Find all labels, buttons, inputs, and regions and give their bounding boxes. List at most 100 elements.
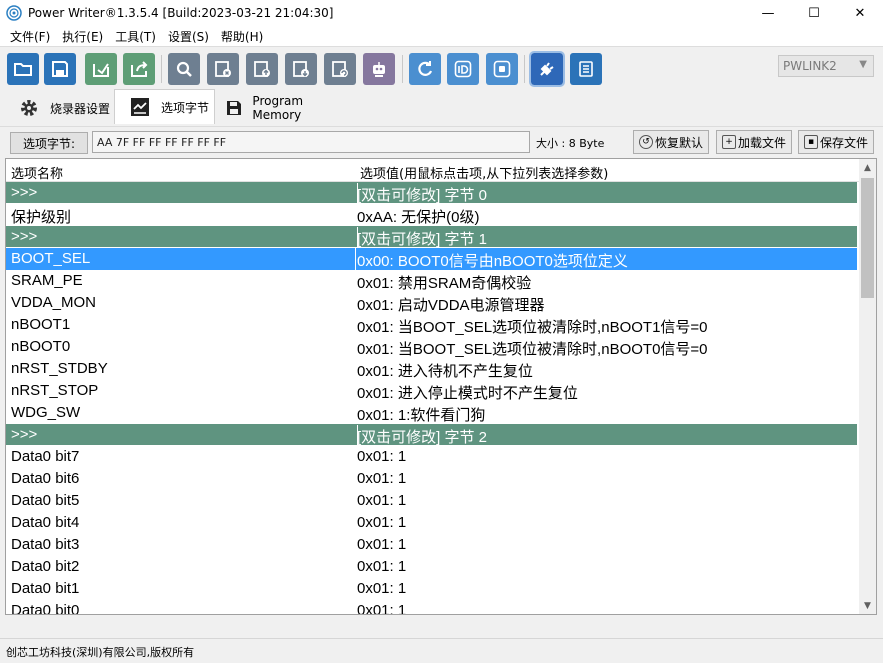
target-button[interactable] — [486, 53, 518, 85]
option-value-cell[interactable]: 0x01: 1:软件看门狗 — [357, 404, 485, 425]
option-value-cell[interactable]: 0x01: 当BOOT_SEL选项位被清除时,nBOOT1信号=0 — [357, 316, 708, 337]
option-bytes-value-field[interactable]: AA 7F FF FF FF FF FF FF — [92, 131, 530, 153]
toolbar — [0, 46, 883, 88]
column-header-value[interactable]: 选项值(用鼠标点击项,从下拉列表选择参数) — [360, 163, 608, 182]
option-name-cell: Data0 bit7 — [11, 448, 80, 465]
option-value-cell[interactable]: 0x01: 禁用SRAM奇偶校验 — [357, 272, 531, 293]
close-button[interactable]: ✕ — [837, 0, 883, 26]
option-row[interactable]: 保护级别 0xAA: 无保护(0级) — [6, 204, 857, 226]
option-row[interactable]: nRST_STDBY 0x01: 进入待机不产生复位 — [6, 358, 857, 380]
app-logo-icon — [6, 5, 22, 21]
program-chip-button[interactable] — [246, 53, 278, 85]
column-header-name[interactable]: 选项名称 — [11, 163, 63, 182]
option-value-cell[interactable]: 0x01: 1 — [357, 558, 406, 575]
menu-settings[interactable]: 设置(S) — [162, 28, 215, 45]
option-value-cell[interactable]: 0x01: 当BOOT_SEL选项位被清除时,nBOOT0信号=0 — [357, 338, 708, 359]
section-row[interactable]: >>> [双击可修改] 字节 1 — [6, 226, 857, 248]
plug-button[interactable] — [529, 51, 565, 87]
option-row[interactable]: Data0 bit6 0x01: 1 — [6, 468, 857, 490]
tab-option-bytes[interactable]: 选项字节 — [114, 89, 215, 124]
option-value-cell[interactable]: 0x01: 进入待机不产生复位 — [357, 360, 533, 381]
save-button[interactable] — [44, 53, 76, 85]
option-value-cell[interactable]: 0x01: 1 — [357, 536, 406, 553]
option-value-cell[interactable]: [双击可修改] 字节 2 — [357, 426, 487, 447]
save-file-label: 保存文件 — [820, 135, 869, 150]
tab-label: 烧录器设置 — [50, 101, 111, 116]
option-value-cell[interactable]: 0x00: BOOT0信号由nBOOT0选项位定义 — [357, 250, 628, 271]
load-file-button[interactable]: + 加载文件 — [716, 130, 793, 154]
option-row[interactable]: Data0 bit5 0x01: 1 — [6, 490, 857, 512]
option-name-cell: Data0 bit5 — [11, 492, 80, 509]
device-select-value: PWLINK2 — [783, 59, 837, 73]
option-name-cell: >>> — [11, 228, 38, 245]
section-row[interactable]: >>> [双击可修改] 字节 2 — [6, 424, 857, 446]
tab-programmer-settings[interactable]: 烧录器设置 — [4, 92, 112, 124]
copyright-text: 创芯工坊科技(深圳)有限公司,版权所有 — [6, 646, 195, 659]
option-row[interactable]: WDG_SW 0x01: 1:软件看门狗 — [6, 402, 857, 424]
config-button[interactable] — [570, 53, 602, 85]
option-row[interactable]: Data0 bit4 0x01: 1 — [6, 512, 857, 534]
read-chip-button[interactable] — [285, 53, 317, 85]
option-value-cell[interactable]: [双击可修改] 字节 0 — [357, 184, 487, 205]
id-button[interactable] — [447, 53, 479, 85]
maximize-button[interactable]: ☐ — [791, 0, 837, 26]
export-button[interactable] — [123, 53, 155, 85]
search-button[interactable] — [168, 53, 200, 85]
option-value-cell[interactable]: 0x01: 1 — [357, 580, 406, 597]
option-value-cell[interactable]: 0x01: 1 — [357, 602, 406, 614]
menu-file[interactable]: 文件(F) — [4, 28, 56, 45]
option-bytes-icon — [129, 96, 151, 118]
option-row[interactable]: Data0 bit1 0x01: 1 — [6, 578, 857, 600]
erase-chip-button[interactable] — [207, 53, 239, 85]
option-value-cell[interactable]: 0x01: 启动VDDA电源管理器 — [357, 294, 545, 315]
vertical-scrollbar[interactable]: ▲ ▼ — [859, 159, 876, 614]
refresh-button[interactable] — [409, 53, 441, 85]
memory-chip-icon — [223, 97, 244, 119]
option-row[interactable]: nBOOT0 0x01: 当BOOT_SEL选项位被清除时,nBOOT0信号=0 — [6, 336, 857, 358]
option-row[interactable]: Data0 bit2 0x01: 1 — [6, 556, 857, 578]
import-button[interactable] — [85, 53, 117, 85]
erase-chip-icon — [215, 61, 231, 77]
restore-default-button[interactable]: ↺ 恢复默认 — [633, 130, 710, 154]
cell-divider — [355, 248, 356, 270]
toolbar-separator — [524, 55, 525, 83]
option-name-cell: Data0 bit0 — [11, 602, 80, 615]
open-folder-button[interactable] — [7, 53, 39, 85]
tab-program-memory[interactable]: Program Memory — [215, 92, 353, 124]
scroll-down-icon[interactable]: ▼ — [859, 597, 876, 614]
grid-header: 选项名称 选项值(用鼠标点击项,从下拉列表选择参数) — [6, 159, 861, 182]
option-value-cell[interactable]: 0x01: 进入停止模式时不产生复位 — [357, 382, 578, 403]
option-value-cell[interactable]: 0xAA: 无保护(0级) — [357, 206, 480, 227]
restore-icon: ↺ — [639, 135, 653, 149]
option-name-cell: nBOOT0 — [11, 338, 71, 355]
verify-chip-button[interactable] — [324, 53, 356, 85]
grid-rows: >>> [双击可修改] 字节 0 保护级别 0xAA: 无保护(0级) >>> [双击可修… — [6, 182, 861, 615]
menu-execute[interactable]: 执行(E) — [56, 28, 109, 45]
scroll-up-icon[interactable]: ▲ — [859, 159, 876, 176]
section-row[interactable]: >>> [双击可修改] 字节 0 — [6, 182, 857, 204]
scroll-thumb[interactable] — [861, 178, 874, 298]
menu-help[interactable]: 帮助(H) — [215, 28, 269, 45]
option-row[interactable]: VDDA_MON 0x01: 启动VDDA电源管理器 — [6, 292, 857, 314]
option-row[interactable]: nRST_STOP 0x01: 进入停止模式时不产生复位 — [6, 380, 857, 402]
minimize-button[interactable]: — — [745, 0, 791, 26]
search-icon — [176, 61, 192, 77]
option-value-cell[interactable]: 0x01: 1 — [357, 514, 406, 531]
option-row[interactable]: Data0 bit7 0x01: 1 — [6, 446, 857, 468]
option-value-cell[interactable]: 0x01: 1 — [357, 470, 406, 487]
device-select[interactable]: PWLINK2 ▼ — [778, 55, 874, 77]
open-folder-icon — [14, 63, 32, 76]
option-row[interactable]: nBOOT1 0x01: 当BOOT_SEL选项位被清除时,nBOOT1信号=0 — [6, 314, 857, 336]
menu-tools[interactable]: 工具(T) — [109, 28, 162, 45]
option-value-cell[interactable]: [双击可修改] 字节 1 — [357, 228, 487, 249]
option-row[interactable]: BOOT_SEL 0x00: BOOT0信号由nBOOT0选项位定义 — [6, 248, 857, 270]
save-file-button[interactable]: ▪ 保存文件 — [798, 130, 875, 154]
option-row[interactable]: Data0 bit0 0x01: 1 — [6, 600, 857, 615]
option-bytes-label-button[interactable]: 选项字节: — [10, 132, 88, 154]
option-byte-bar: 选项字节: AA 7F FF FF FF FF FF FF 大小 : 8 Byt… — [0, 126, 883, 156]
robot-button[interactable] — [363, 53, 395, 85]
option-value-cell[interactable]: 0x01: 1 — [357, 492, 406, 509]
option-value-cell[interactable]: 0x01: 1 — [357, 448, 406, 465]
option-row[interactable]: Data0 bit3 0x01: 1 — [6, 534, 857, 556]
option-row[interactable]: SRAM_PE 0x01: 禁用SRAM奇偶校验 — [6, 270, 857, 292]
